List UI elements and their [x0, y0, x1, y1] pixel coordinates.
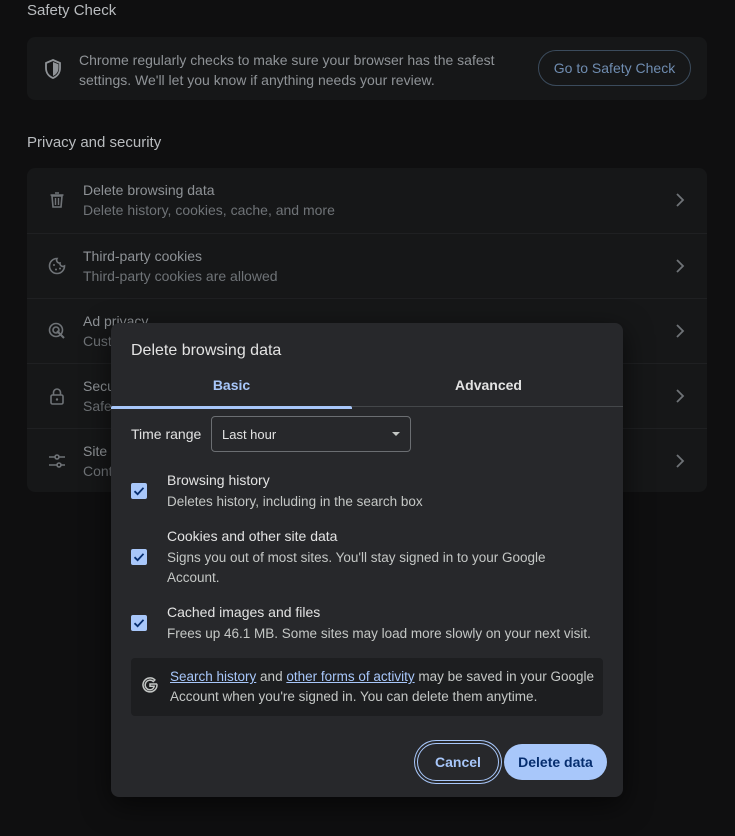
dialog-tabs: Basic Advanced	[111, 375, 623, 409]
tab-advanced-label: Advanced	[455, 377, 522, 393]
other-activity-link[interactable]: other forms of activity	[286, 669, 414, 684]
dropdown-arrow-icon	[392, 432, 400, 436]
google-account-notice: Search history and other forms of activi…	[131, 658, 603, 716]
ad-privacy-icon	[48, 322, 65, 339]
lock-icon	[50, 388, 64, 405]
checkmark-icon	[133, 487, 145, 496]
row-subtitle: Delete history, cookies, cache, and more	[83, 202, 335, 218]
row-subtitle: Third-party cookies are allowed	[83, 268, 278, 284]
row-title: Third-party cookies	[83, 248, 203, 264]
tab-basic[interactable]: Basic	[111, 375, 352, 409]
delete-data-button[interactable]: Delete data	[504, 744, 607, 780]
safety-check-card: Chrome regularly checks to make sure you…	[27, 37, 707, 100]
search-history-link[interactable]: Search history	[170, 669, 256, 684]
time-range-value: Last hour	[222, 427, 277, 442]
delete-browsing-data-dialog: Delete browsing data Basic Advanced Time…	[111, 323, 623, 797]
option-description: Deletes history, including in the search…	[167, 494, 423, 509]
google-g-icon	[142, 677, 158, 693]
time-range-select[interactable]: Last hour	[211, 416, 411, 452]
time-range-label: Time range	[131, 426, 202, 442]
row-subtitle: Cust	[83, 333, 112, 349]
dialog-title: Delete browsing data	[131, 342, 282, 359]
option-description: Signs you out of most sites. You'll stay…	[167, 550, 546, 585]
privacy-heading: Privacy and security	[27, 134, 162, 151]
chevron-right-icon	[676, 259, 685, 273]
safety-check-description: Chrome regularly checks to make sure you…	[79, 52, 495, 88]
row-title: Site	[83, 443, 108, 459]
safety-check-heading: Safety Check	[27, 2, 117, 19]
option-title: Browsing history	[167, 472, 270, 488]
go-to-safety-check-button[interactable]: Go to Safety Check	[538, 50, 691, 86]
cookie-icon	[48, 257, 66, 275]
cancel-button[interactable]: Cancel	[417, 743, 499, 781]
checkmark-icon	[133, 553, 145, 562]
browsing-history-checkbox[interactable]	[131, 483, 147, 499]
notice-text-and: and	[256, 669, 287, 684]
cookies-checkbox[interactable]	[131, 549, 147, 565]
tab-basic-label: Basic	[212, 377, 251, 393]
tab-selected-indicator	[111, 406, 352, 409]
option-description: Frees up 46.1 MB. Some sites may load mo…	[167, 626, 591, 641]
tab-advanced[interactable]: Advanced	[368, 375, 609, 407]
trash-icon	[50, 192, 64, 208]
privacy-row-delete-browsing-data[interactable]: Delete browsing data Delete history, coo…	[27, 168, 707, 233]
option-title: Cookies and other site data	[167, 528, 338, 544]
option-title: Cached images and files	[167, 604, 321, 620]
row-subtitle: Safe	[83, 398, 112, 414]
cached-images-checkbox[interactable]	[131, 615, 147, 631]
row-subtitle: Cont	[83, 463, 113, 479]
privacy-row-third-party-cookies[interactable]: Third-party cookies Third-party cookies …	[27, 233, 707, 298]
row-title: Delete browsing data	[83, 182, 215, 198]
checkmark-icon	[133, 619, 145, 628]
google-notice-text: Search history and other forms of activi…	[170, 667, 598, 707]
chevron-right-icon	[676, 193, 685, 207]
chevron-right-icon	[676, 454, 685, 468]
tune-icon	[49, 454, 65, 468]
chevron-right-icon	[676, 389, 685, 403]
shield-icon	[45, 59, 61, 79]
chevron-right-icon	[676, 324, 685, 338]
